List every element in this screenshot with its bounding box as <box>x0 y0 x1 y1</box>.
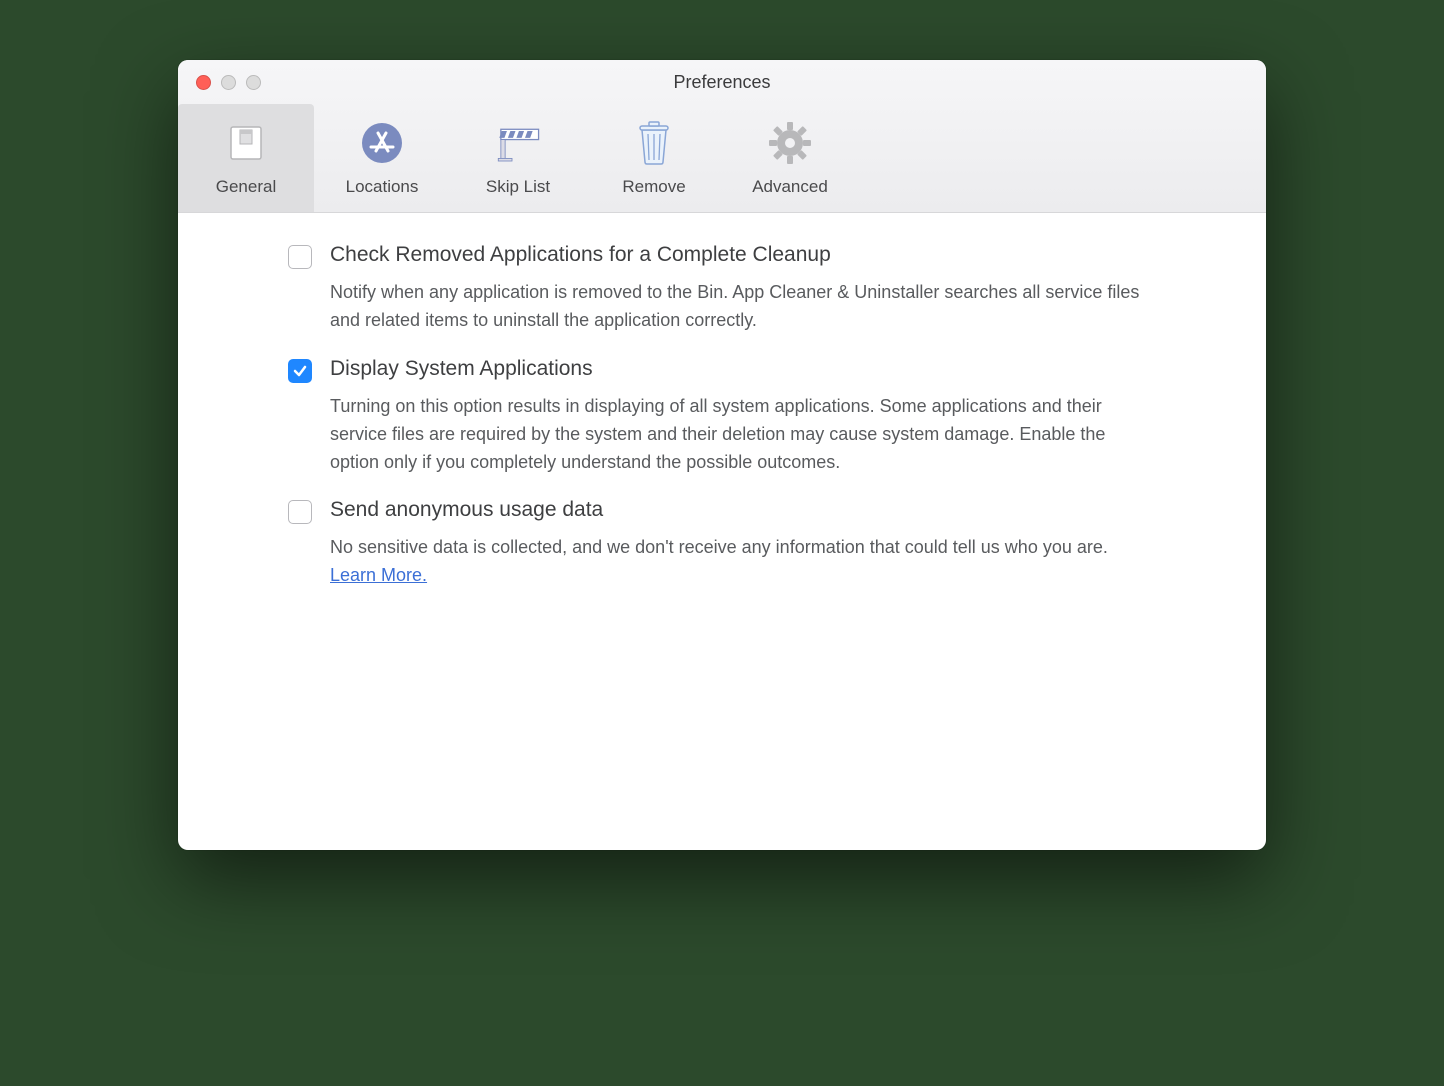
tab-label: Locations <box>346 177 419 197</box>
option-title: Check Removed Applications for a Complet… <box>330 243 1206 267</box>
checkbox-anonymous-usage[interactable] <box>288 500 312 524</box>
toolbar: General Locations <box>178 104 1266 212</box>
switch-icon <box>222 119 270 167</box>
preferences-window: Preferences General <box>178 60 1266 850</box>
checkbox-complete-cleanup[interactable] <box>288 245 312 269</box>
option-desc-text: No sensitive data is collected, and we d… <box>330 537 1108 557</box>
option-complete-cleanup: Check Removed Applications for a Complet… <box>288 243 1206 335</box>
window-title: Preferences <box>178 72 1266 93</box>
option-description: No sensitive data is collected, and we d… <box>330 534 1150 590</box>
option-display-system-apps: Display System Applications Turning on t… <box>288 357 1206 477</box>
barrier-icon <box>494 119 542 167</box>
learn-more-link[interactable]: Learn More. <box>330 565 427 585</box>
option-description: Notify when any application is removed t… <box>330 279 1150 335</box>
checkbox-display-system-apps[interactable] <box>288 359 312 383</box>
tab-label: Skip List <box>486 177 550 197</box>
appstore-icon <box>358 119 406 167</box>
option-description: Turning on this option results in displa… <box>330 393 1150 477</box>
titlebar: Preferences General <box>178 60 1266 213</box>
tab-label: General <box>216 177 276 197</box>
option-title: Display System Applications <box>330 357 1206 381</box>
tab-label: Advanced <box>752 177 828 197</box>
tab-general[interactable]: General <box>178 104 314 212</box>
gear-icon <box>766 119 814 167</box>
trash-icon <box>630 119 678 167</box>
tab-locations[interactable]: Locations <box>314 104 450 212</box>
tab-skip-list[interactable]: Skip List <box>450 104 586 212</box>
content-area: Check Removed Applications for a Complet… <box>178 213 1266 642</box>
option-title: Send anonymous usage data <box>330 498 1206 522</box>
tab-label: Remove <box>622 177 685 197</box>
tab-remove[interactable]: Remove <box>586 104 722 212</box>
tab-advanced[interactable]: Advanced <box>722 104 858 212</box>
option-anonymous-usage: Send anonymous usage data No sensitive d… <box>288 498 1206 590</box>
